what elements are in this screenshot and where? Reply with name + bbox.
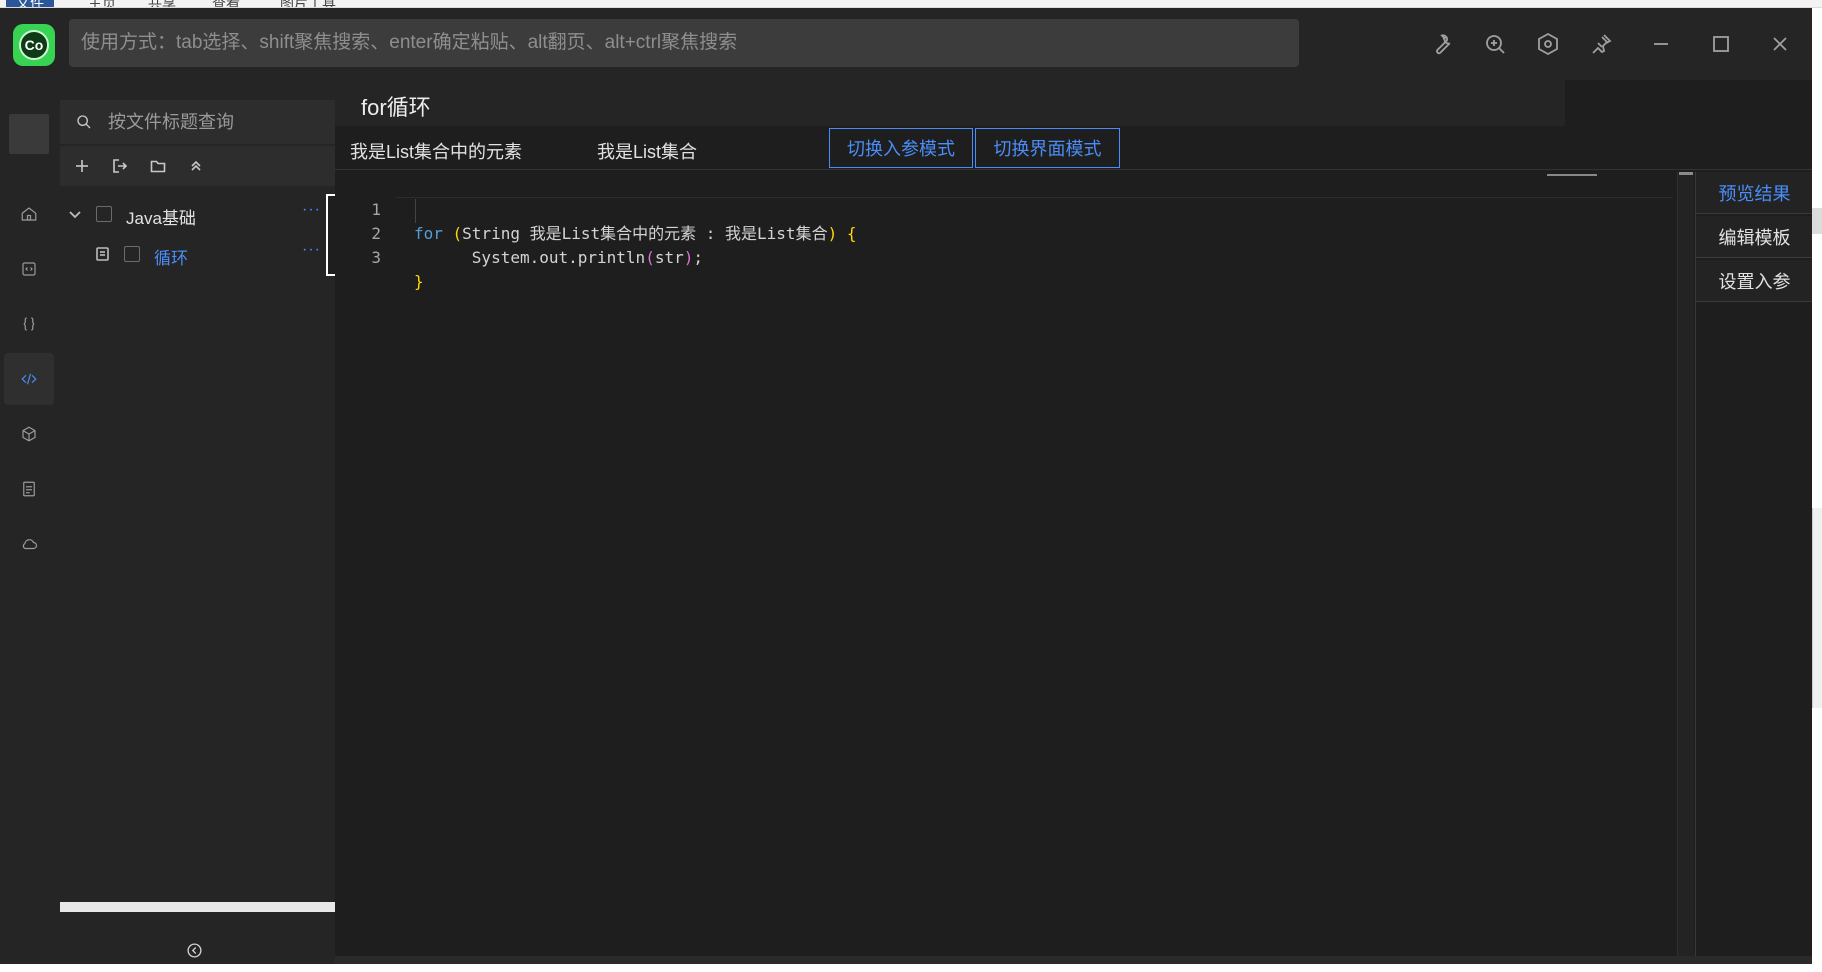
zoom-in-icon[interactable] <box>1479 28 1511 60</box>
more-options-icon[interactable]: ··· <box>302 201 321 219</box>
background-tab: 图片工具 <box>280 0 336 8</box>
code-semicolon: ; <box>693 248 704 267</box>
background-tab: 主页 <box>88 0 116 8</box>
code-brace: } <box>414 272 424 291</box>
app-window: Co 使用方式：tab选择、shift聚焦搜索、enter确定粘贴、alt翻页、… <box>0 8 1813 964</box>
search-icon <box>77 115 91 129</box>
document-icon[interactable] <box>4 463 54 515</box>
tree-folder-java-basics[interactable]: Java基础 ··· <box>60 195 335 233</box>
set-params-button[interactable]: 设置入参 <box>1696 260 1813 302</box>
maximize-icon[interactable] <box>1705 28 1737 60</box>
app-logo-text: Co <box>19 30 49 60</box>
minimap[interactable] <box>1547 174 1597 176</box>
title-bar: Co <box>0 8 1812 80</box>
code-text: System.out.println(str); <box>414 246 703 270</box>
code-call: System.out.println <box>471 248 646 267</box>
horizontal-scrollbar[interactable] <box>60 902 335 912</box>
background-window-strip: 文件 主页 共享 查看 图片工具 <box>0 0 1822 8</box>
folder-icon[interactable] <box>148 156 168 176</box>
document-title-bar: for循环 <box>335 80 1565 126</box>
code-line: 2 System.out.println(str); <box>335 198 1677 267</box>
tree-checkbox[interactable] <box>124 246 140 262</box>
file-panel: Java基础 ··· 循环 ··· <box>58 80 335 964</box>
app-logo: Co <box>13 24 55 66</box>
code-icon[interactable] <box>4 353 54 405</box>
home-icon[interactable] <box>4 188 54 240</box>
file-icon <box>96 247 110 261</box>
background-tab: 查看 <box>212 0 240 8</box>
preview-result-button[interactable]: 预览结果 <box>1696 172 1813 214</box>
tree-item-label: 循环 <box>154 249 188 268</box>
tree-item-label: Java基础 <box>126 209 196 228</box>
code-arg: str <box>654 248 684 267</box>
activity-bar <box>0 80 58 964</box>
add-icon[interactable] <box>72 156 92 176</box>
scrollbar-thumb[interactable] <box>1679 172 1693 175</box>
minimize-icon[interactable] <box>1645 28 1677 60</box>
code-line: 1 for (String 我是List集合中的元素 : 我是List集合) { <box>335 174 1677 243</box>
background-fragment <box>1812 208 1822 234</box>
tree-checkbox[interactable] <box>96 206 112 222</box>
file-search-box <box>60 100 335 144</box>
file-toolbar <box>60 146 335 186</box>
pin-icon[interactable] <box>1585 28 1617 60</box>
tree-file-loop[interactable]: 循环 ··· <box>60 235 335 273</box>
vertical-scrollbar[interactable] <box>1677 172 1694 964</box>
background-tab: 文件 <box>6 0 54 7</box>
cloud-icon[interactable] <box>4 518 54 570</box>
file-search-input[interactable] <box>108 100 328 144</box>
braces-icon[interactable] <box>4 298 54 350</box>
more-options-icon[interactable]: ··· <box>302 241 321 259</box>
import-icon[interactable] <box>110 156 130 176</box>
collapse-sidebar-icon[interactable] <box>184 940 204 960</box>
bottom-edge <box>335 956 1812 964</box>
background-window-edge <box>1812 8 1822 964</box>
global-search-input[interactable] <box>69 19 1299 67</box>
page-title: for循环 <box>361 95 431 120</box>
settings-icon[interactable] <box>1532 28 1564 60</box>
code-bracket: ( <box>645 248 655 267</box>
switch-ui-mode-button[interactable]: 切换界面模式 <box>975 128 1120 168</box>
main-area: for循环 我是List集合中的元素 我是List集合 切换入参模式 切换界面模… <box>335 80 1813 964</box>
background-tab: 共享 <box>148 0 176 8</box>
panel-resize-handle[interactable] <box>326 194 335 276</box>
activity-bar-placeholder <box>9 114 49 154</box>
wrench-icon[interactable] <box>1426 28 1458 60</box>
code-editor[interactable]: 1 for (String 我是List集合中的元素 : 我是List集合) {… <box>335 172 1677 964</box>
background-fragment <box>1812 508 1822 708</box>
code-text: } <box>414 270 424 294</box>
chevron-down-icon[interactable] <box>68 207 82 221</box>
edit-template-button[interactable]: 编辑模板 <box>1696 216 1813 258</box>
close-icon[interactable] <box>1764 28 1796 60</box>
param-label: 我是List集合中的元素 <box>350 142 523 162</box>
code-bracket: ) <box>683 248 694 267</box>
code-line: 3 } <box>335 222 1677 291</box>
package-icon[interactable] <box>4 408 54 460</box>
snippet-icon[interactable] <box>4 243 54 295</box>
line-number: 3 <box>371 248 381 267</box>
side-actions-panel: 预览结果 编辑模板 设置入参 <box>1695 172 1813 964</box>
collapse-all-icon[interactable] <box>186 156 206 176</box>
switch-param-mode-button[interactable]: 切换入参模式 <box>829 128 973 168</box>
param-label: 我是List集合 <box>597 142 698 162</box>
